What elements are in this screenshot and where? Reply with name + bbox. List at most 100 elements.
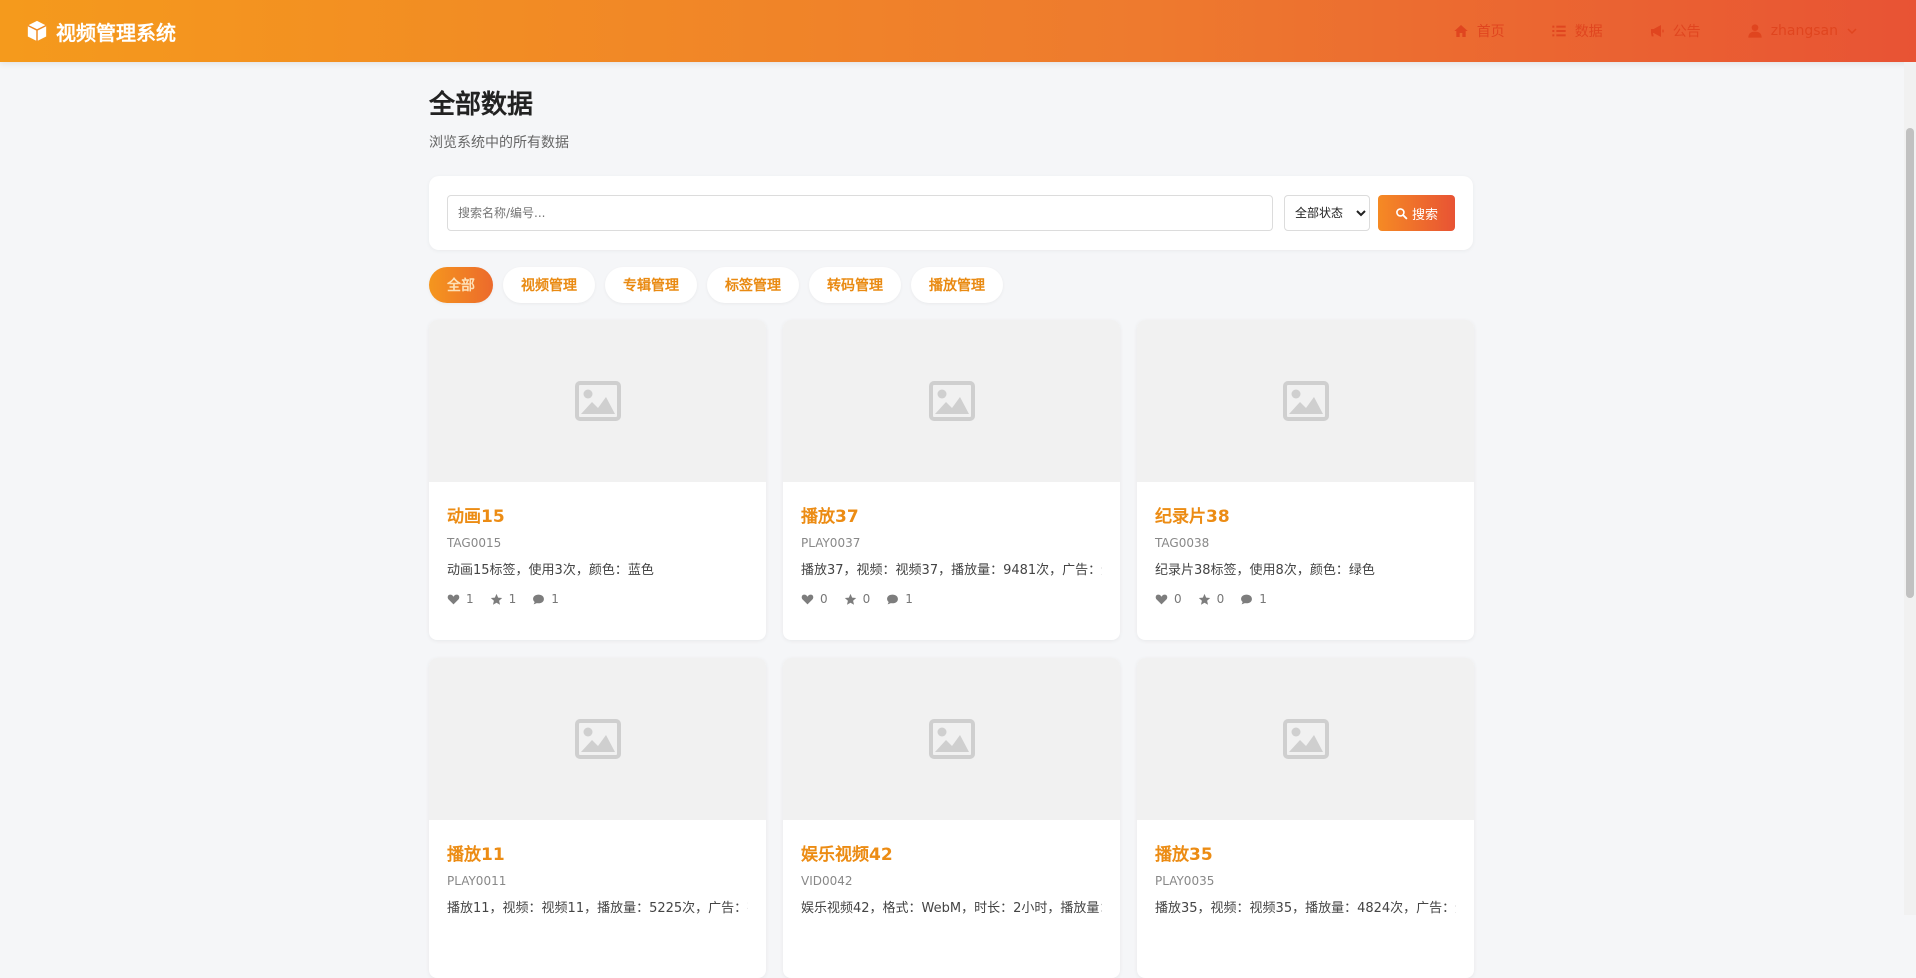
user-name: zhangsan (1770, 23, 1838, 39)
card-title[interactable]: 动画15 (447, 502, 748, 527)
search-input[interactable] (447, 195, 1273, 231)
brand-title: 视频管理系统 (56, 20, 176, 45)
image-placeholder-icon (1282, 719, 1329, 759)
main-nav: 首页 数据 公告 zhangsan (1453, 0, 1858, 62)
card-body: 播放11 PLAY0011 播放11，视频：视频11，播放量：5225次，广告：… (429, 820, 766, 916)
star-count: 0 (862, 592, 871, 606)
bullhorn-icon (1650, 25, 1664, 37)
cube-icon (27, 20, 47, 42)
star-stat[interactable]: 0 (1198, 592, 1225, 606)
card-stats: 1 1 1 (447, 592, 748, 606)
data-card[interactable]: 纪录片38 TAG0038 纪录片38标签，使用8次，颜色：绿色 0 0 1 (1137, 320, 1474, 640)
card-description: 动画15标签，使用3次，颜色：蓝色 (447, 563, 654, 578)
card-body: 播放35 PLAY0035 播放35，视频：视频35，播放量：4824次，广告：… (1137, 820, 1474, 916)
like-stat[interactable]: 1 (447, 592, 474, 606)
card-thumbnail (429, 320, 766, 482)
card-thumbnail (783, 658, 1120, 820)
card-code: PLAY0035 (1155, 874, 1215, 888)
brand[interactable]: 视频管理系统 (26, 16, 176, 46)
image-placeholder-icon (928, 719, 975, 759)
card-description: 娱乐视频42，格式：WebM，时长：2小时，播放量： (801, 901, 1102, 916)
search-icon (1396, 207, 1408, 219)
card-title[interactable]: 娱乐视频42 (801, 840, 1102, 865)
card-code: PLAY0037 (801, 536, 861, 550)
card-code: TAG0015 (447, 536, 502, 550)
card-description: 纪录片38标签，使用8次，颜色：绿色 (1155, 563, 1375, 578)
star-count: 0 (1216, 592, 1225, 606)
comment-stat[interactable]: 1 (1240, 592, 1267, 606)
star-icon (1198, 593, 1210, 605)
card-thumbnail (1137, 658, 1474, 820)
card-stats: 0 0 1 (801, 592, 1102, 606)
star-icon (490, 593, 502, 605)
card-title[interactable]: 播放11 (447, 840, 748, 865)
tab-album-management[interactable]: 专辑管理 (605, 267, 697, 303)
card-title[interactable]: 播放37 (801, 502, 1102, 527)
page-subtitle: 浏览系统中的所有数据 (429, 135, 569, 151)
comment-icon (887, 594, 899, 604)
nav-item-label: 公告 (1672, 24, 1701, 40)
card-thumbnail (429, 658, 766, 820)
comment-stat[interactable]: 1 (532, 592, 559, 606)
comment-count: 1 (905, 592, 913, 606)
page-title: 全部数据 (429, 90, 534, 120)
user-menu[interactable]: zhangsan (1747, 23, 1858, 39)
search-button[interactable]: 搜索 (1378, 195, 1455, 231)
comment-count: 1 (551, 592, 559, 606)
card-thumbnail (1137, 320, 1474, 482)
star-stat[interactable]: 0 (844, 592, 871, 606)
comment-stat[interactable]: 1 (886, 592, 913, 606)
image-placeholder-icon (574, 381, 621, 421)
nav-item-data[interactable]: 数据 (1551, 21, 1603, 41)
user-icon (1748, 24, 1762, 38)
tab-tag-management[interactable]: 标签管理 (707, 267, 799, 303)
data-card[interactable]: 播放37 PLAY0037 播放37，视频：视频37，播放量：9481次，广告：… (783, 320, 1120, 640)
star-stat[interactable]: 1 (490, 592, 517, 606)
data-card[interactable]: 播放35 PLAY0035 播放35，视频：视频35，播放量：4824次，广告：… (1137, 658, 1474, 978)
card-thumbnail (783, 320, 1120, 482)
comment-count: 1 (1259, 592, 1267, 606)
heart-icon (801, 594, 814, 604)
heart-icon (1155, 594, 1168, 604)
scrollbar-thumb[interactable] (1906, 128, 1914, 598)
tab-transcode-management[interactable]: 转码管理 (809, 267, 901, 303)
like-count: 1 (466, 592, 474, 606)
nav-item-label: 首页 (1476, 24, 1505, 40)
chevron-down-icon (1847, 28, 1857, 35)
nav-item-label: 数据 (1574, 24, 1603, 40)
card-body: 播放37 PLAY0037 播放37，视频：视频37，播放量：9481次，广告：… (783, 482, 1120, 606)
like-count: 0 (1174, 592, 1182, 606)
card-description: 播放35，视频：视频35，播放量：4824次，广告：无 (1155, 901, 1456, 916)
like-stat[interactable]: 0 (1155, 592, 1182, 606)
tab-video-management[interactable]: 视频管理 (503, 267, 595, 303)
card-code: TAG0038 (1155, 536, 1210, 550)
nav-item-announcement[interactable]: 公告 (1649, 21, 1701, 41)
star-icon (844, 593, 856, 605)
star-count: 1 (508, 592, 517, 606)
tab-playback-management[interactable]: 播放管理 (911, 267, 1003, 303)
comment-icon (1241, 594, 1253, 604)
card-description: 播放11，视频：视频11，播放量：5225次，广告：有 (447, 901, 748, 916)
nav-item-home[interactable]: 首页 (1453, 21, 1505, 41)
card-code: VID0042 (801, 874, 853, 888)
image-placeholder-icon (1282, 381, 1329, 421)
search-button-label: 搜索 (1411, 207, 1438, 223)
card-body: 娱乐视频42 VID0042 娱乐视频42，格式：WebM，时长：2小时，播放量… (783, 820, 1120, 916)
tab-all[interactable]: 全部 (429, 267, 493, 303)
card-title[interactable]: 播放35 (1155, 840, 1456, 865)
page-scrollbar[interactable] (1904, 62, 1916, 915)
like-stat[interactable]: 0 (801, 592, 828, 606)
image-placeholder-icon (574, 719, 621, 759)
card-code: PLAY0011 (447, 874, 507, 888)
status-select[interactable]: 全部状态 (1284, 195, 1370, 231)
comment-icon (533, 594, 545, 604)
like-count: 0 (820, 592, 828, 606)
card-body: 动画15 TAG0015 动画15标签，使用3次，颜色：蓝色 1 1 1 (429, 482, 766, 606)
card-title[interactable]: 纪录片38 (1155, 502, 1456, 527)
data-card[interactable]: 动画15 TAG0015 动画15标签，使用3次，颜色：蓝色 1 1 1 (429, 320, 766, 640)
list-icon (1552, 25, 1566, 37)
data-card[interactable]: 娱乐视频42 VID0042 娱乐视频42，格式：WebM，时长：2小时，播放量… (783, 658, 1120, 978)
data-card[interactable]: 播放11 PLAY0011 播放11，视频：视频11，播放量：5225次，广告：… (429, 658, 766, 978)
top-navbar: 视频管理系统 首页 数据 公告 zhangsan (0, 0, 1916, 62)
image-placeholder-icon (928, 381, 975, 421)
